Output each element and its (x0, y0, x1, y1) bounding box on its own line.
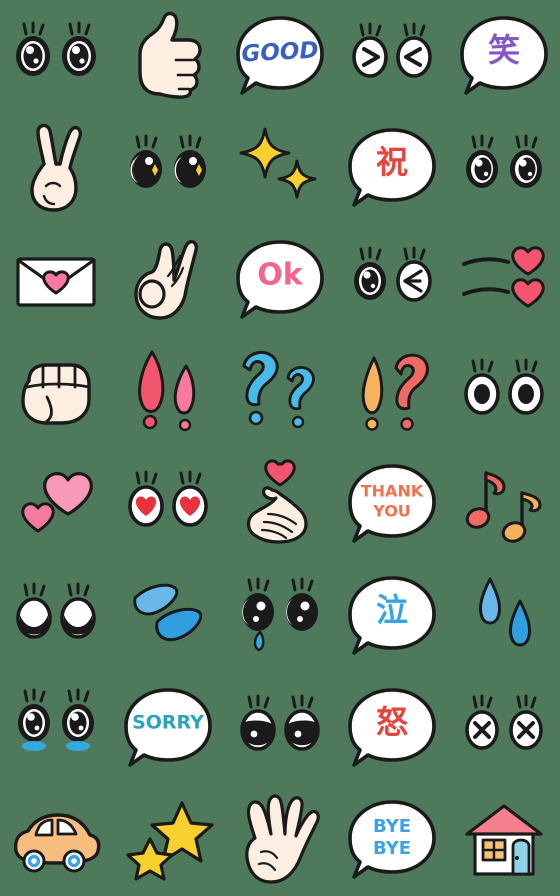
sticker-cell-eyes-plain[interactable] (448, 336, 560, 448)
bubble-text: 怒 (376, 703, 408, 741)
speech-bubble-byebye-icon: BYE BYE (348, 800, 436, 879)
sticker-cell-two-hearts[interactable] (0, 448, 112, 560)
sticker-cell-bubble-sorry[interactable]: SORRY (112, 672, 224, 784)
eyes-crying-icon (242, 577, 318, 652)
sticker-cell-bubble-byebye[interactable]: BYE BYE (336, 784, 448, 896)
sticker-cell-double-exclamation[interactable]: !! (112, 336, 224, 448)
sticker-cell-exclamation-question[interactable]: !? (336, 336, 448, 448)
sticker-cell-sparkles[interactable] (224, 112, 336, 224)
music-notes-icon (465, 471, 542, 543)
bubble-text-line1: THANK (361, 482, 424, 501)
eyes-sparkle-icon (16, 21, 96, 76)
bubble-text: SORRY (132, 712, 204, 734)
sticker-cell-bubble-iwai[interactable]: 祝 (336, 112, 448, 224)
eyes-dark-sparkle-icon (130, 134, 206, 188)
sticker-cell-bubble-warai[interactable]: 笑 (448, 0, 560, 112)
speech-bubble-ok-icon: Ok (236, 240, 324, 319)
sticker-cell-eyes-gl[interactable] (336, 0, 448, 112)
sticker-cell-stars[interactable] (112, 784, 224, 896)
sweat-drops-icon (133, 583, 203, 642)
eyes-greater-less-icon (352, 22, 432, 78)
speech-bubble-warai-icon: 笑 (460, 16, 548, 95)
eyes-sad-icon (16, 582, 96, 639)
sparkles-icon (239, 127, 317, 199)
exclamation-question-icon: !? (361, 353, 430, 431)
double-question-icon: ?? (242, 350, 315, 429)
sticker-cell-ok-hand[interactable] (112, 224, 224, 336)
sticker-cell-eyes-looking[interactable] (448, 112, 560, 224)
bubble-text-line2: BYE (373, 838, 411, 859)
eyes-x-icon (465, 694, 543, 750)
sticker-cell-eyes-annoyed[interactable] (224, 672, 336, 784)
eyes-tears-icon (18, 688, 94, 751)
sticker-cell-bubble-ikari[interactable]: 怒 (336, 672, 448, 784)
eyes-hearts-icon (128, 470, 208, 527)
sticker-cell-car[interactable] (0, 784, 112, 896)
sticker-cell-sweat-drops[interactable] (112, 560, 224, 672)
sticker-cell-eyes-dark-sparkle[interactable] (112, 112, 224, 224)
sticker-cell-eyes-sparkle[interactable]: Sparkling eyes (0, 0, 112, 112)
double-exclamation-icon: !! (138, 350, 196, 432)
sticker-cell-fist[interactable] (0, 336, 112, 448)
sticker-cell-bubble-thankyou[interactable]: THANK YOU (336, 448, 448, 560)
sticker-cell-thumbs-up[interactable]: Thumbs up (112, 0, 224, 112)
stars-icon (126, 801, 214, 881)
sticker-cell-eyes-wink[interactable] (336, 224, 448, 336)
sticker-cell-eyes-hearts[interactable] (112, 448, 224, 560)
sticker-cell-eyes-crying[interactable] (224, 560, 336, 672)
sticker-sheet: Sparkling eyes Thumbs up GOOD (0, 0, 560, 896)
sticker-cell-flying-hearts[interactable] (448, 224, 560, 336)
sticker-cell-eyes-sad[interactable] (0, 560, 112, 672)
speech-bubble-sorry-icon: SORRY (124, 688, 212, 767)
ok-sign-hand-icon (134, 239, 198, 320)
bubble-text: GOOD (241, 38, 319, 68)
eyes-looking-icon (466, 134, 542, 188)
love-letter-icon (16, 257, 96, 307)
eyes-plain-icon (464, 358, 544, 415)
sticker-cell-double-question[interactable]: ?? (224, 336, 336, 448)
car-icon (13, 813, 101, 873)
sticker-cell-house[interactable] (448, 784, 560, 896)
sticker-cell-bubble-ok[interactable]: Ok (224, 224, 336, 336)
flying-hearts-icon (462, 246, 545, 308)
bubble-text: Ok (257, 258, 304, 293)
bubble-text-line1: BYE (373, 816, 411, 837)
sticker-cell-eyes-x[interactable] (448, 672, 560, 784)
sticker-cell-peace[interactable] (0, 112, 112, 224)
waving-hand-icon (245, 794, 320, 884)
eyes-wink-icon (354, 246, 432, 302)
sticker-cell-waving-hand[interactable] (224, 784, 336, 896)
water-drops-icon (478, 577, 532, 647)
speech-bubble-thankyou-icon: THANK YOU (348, 464, 436, 543)
speech-bubble-naku-icon: 泣 (348, 576, 436, 655)
thumbs-up-hand-icon (138, 11, 202, 99)
bubble-text: 笑 (488, 31, 520, 69)
bubble-text: 泣 (376, 591, 408, 629)
sticker-cell-music-notes[interactable] (448, 448, 560, 560)
two-hearts-icon (21, 472, 93, 533)
sticker-cell-bubble-good[interactable]: GOOD (224, 0, 336, 112)
sticker-cell-love-letter[interactable] (0, 224, 112, 336)
fist-hand-icon (21, 363, 91, 425)
speech-bubble-good-icon: GOOD (236, 16, 324, 95)
eyes-annoyed-icon (240, 694, 320, 751)
sticker-cell-eyes-tears[interactable] (0, 672, 112, 784)
finger-heart-hand-icon (246, 459, 308, 544)
sticker-cell-water-drops[interactable] (448, 560, 560, 672)
speech-bubble-ikari-icon: 怒 (348, 688, 436, 767)
sticker-cell-finger-heart[interactable] (224, 448, 336, 560)
speech-bubble-iwai-icon: 祝 (348, 128, 436, 207)
peace-sign-hand-icon (30, 123, 82, 212)
house-icon (465, 804, 543, 876)
sticker-cell-bubble-naku[interactable]: 泣 (336, 560, 448, 672)
bubble-text-line2: YOU (372, 502, 411, 521)
bubble-text: 祝 (376, 143, 408, 181)
